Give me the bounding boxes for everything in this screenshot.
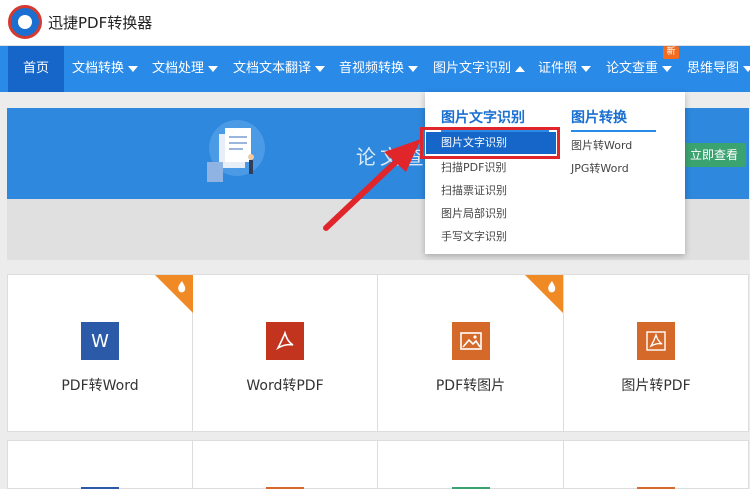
dropdown-item-scan-ticket-ocr[interactable]: 扫描票证识别 (441, 182, 507, 198)
app-logo-icon (8, 5, 42, 39)
view-now-button[interactable]: 立即查看 (682, 143, 746, 167)
dropdown-col-title-ocr: 图片文字识别 (441, 110, 525, 126)
nav-item-av-convert[interactable]: 音视频转换 (339, 46, 419, 92)
tool-label: Word转PDF (246, 378, 324, 394)
dropdown-item-jpg-to-word[interactable]: JPG转Word (571, 160, 629, 176)
new-badge: 新 (663, 46, 679, 59)
tool-tile-pdf-to-image[interactable]: PDF转图片 (378, 275, 564, 431)
chevron-down-icon (208, 65, 219, 72)
chevron-down-icon (408, 65, 419, 72)
dropdown-item-image-to-word[interactable]: 图片转Word (571, 137, 632, 153)
nav-item-id-photo[interactable]: 证件照 (538, 46, 592, 92)
tool-label: PDF转图片 (435, 378, 506, 394)
tool-tile-word-to-pdf[interactable]: Word转PDF (193, 275, 378, 431)
tool-tile[interactable] (378, 441, 564, 489)
banner-title: 论文查 (356, 145, 428, 169)
dropdown-item-scan-pdf-ocr[interactable]: 扫描PDF识别 (441, 159, 506, 175)
app-title: 迅捷PDF转换器 (48, 14, 153, 32)
image-icon (451, 322, 490, 360)
title-bar: 迅捷PDF转换器 (0, 0, 750, 46)
tool-grid-row-2 (7, 440, 749, 489)
nav-item-doc-process[interactable]: 文档处理 (152, 46, 219, 92)
dropdown-underline (571, 130, 656, 132)
pdf-icon (637, 322, 675, 360)
nav-item-doc-translate[interactable]: 文档文本翻译 (233, 46, 326, 92)
nav-item-ocr[interactable]: 图片文字识别 (433, 46, 526, 92)
nav-item-home[interactable]: 首页 (8, 46, 64, 92)
tool-tile-pdf-to-word[interactable]: W PDF转Word (8, 275, 193, 431)
chevron-down-icon (743, 65, 750, 72)
tool-tile[interactable] (564, 441, 748, 489)
dropdown-item-handwriting-ocr[interactable]: 手写文字识别 (441, 228, 507, 244)
nav-item-doc-convert[interactable]: 文档转换 (72, 46, 139, 92)
tool-grid: W PDF转Word Word转PDF PDF转图片 图片转PDF (7, 274, 749, 432)
tool-tile[interactable] (8, 441, 193, 489)
tool-label: 图片转PDF (621, 378, 691, 394)
chevron-down-icon (581, 65, 592, 72)
dropdown-col-title-image-convert: 图片转换 (571, 110, 627, 126)
nav-item-mind-map[interactable]: 思维导图 (687, 46, 750, 92)
highlight-annotation-box (420, 127, 560, 159)
chevron-down-icon (662, 65, 673, 72)
tool-tile-image-to-pdf[interactable]: 图片转PDF (564, 275, 748, 431)
chevron-down-icon (315, 65, 326, 72)
hot-flame-icon (155, 275, 193, 313)
chevron-down-icon (128, 65, 139, 72)
main-nav: 首页 文档转换 文档处理 文档文本翻译 音视频转换 图片文字识别 证件照 论文查… (0, 46, 750, 92)
pdf-icon (266, 322, 304, 360)
tool-label: PDF转Word (61, 378, 139, 394)
chevron-up-icon (515, 65, 526, 72)
document-illustration-icon (207, 120, 265, 182)
word-icon: W (81, 322, 119, 360)
hot-flame-icon (525, 275, 563, 313)
tool-tile[interactable] (193, 441, 378, 489)
dropdown-item-partial-image-ocr[interactable]: 图片局部识别 (441, 205, 507, 221)
